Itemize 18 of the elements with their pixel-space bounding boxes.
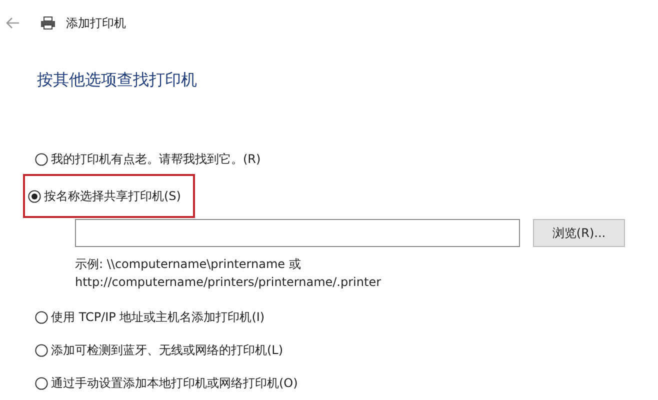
radio-button[interactable] [35,311,48,324]
window-title: 添加打印机 [66,14,126,32]
example-text: http://computername/printers/printername/.printer [75,274,382,291]
browse-button[interactable]: 浏览(R)... [533,219,625,247]
page-heading: 按其他选项查找打印机 [37,70,198,91]
example-text: 示例: \\computername\printername 或 [75,256,302,273]
radio-button[interactable] [35,344,48,357]
printer-icon [40,16,56,30]
radio-button[interactable] [28,190,41,202]
option-label[interactable]: 按名称选择共享打印机(S) [44,188,181,204]
option-label[interactable]: 添加可检测到蓝牙、无线或网络的打印机(L) [51,342,284,359]
option-label[interactable]: 通过手动设置添加本地打印机或网络打印机(O) [51,375,298,392]
option-label[interactable]: 使用 TCP/IP 地址或主机名添加打印机(I) [51,309,265,326]
printer-name-field[interactable] [75,219,520,247]
radio-button[interactable] [35,377,48,390]
option-label[interactable]: 我的打印机有点老。请帮我找到它。(R) [51,151,261,168]
radio-button[interactable] [35,153,48,166]
back-arrow-icon[interactable] [6,17,20,29]
